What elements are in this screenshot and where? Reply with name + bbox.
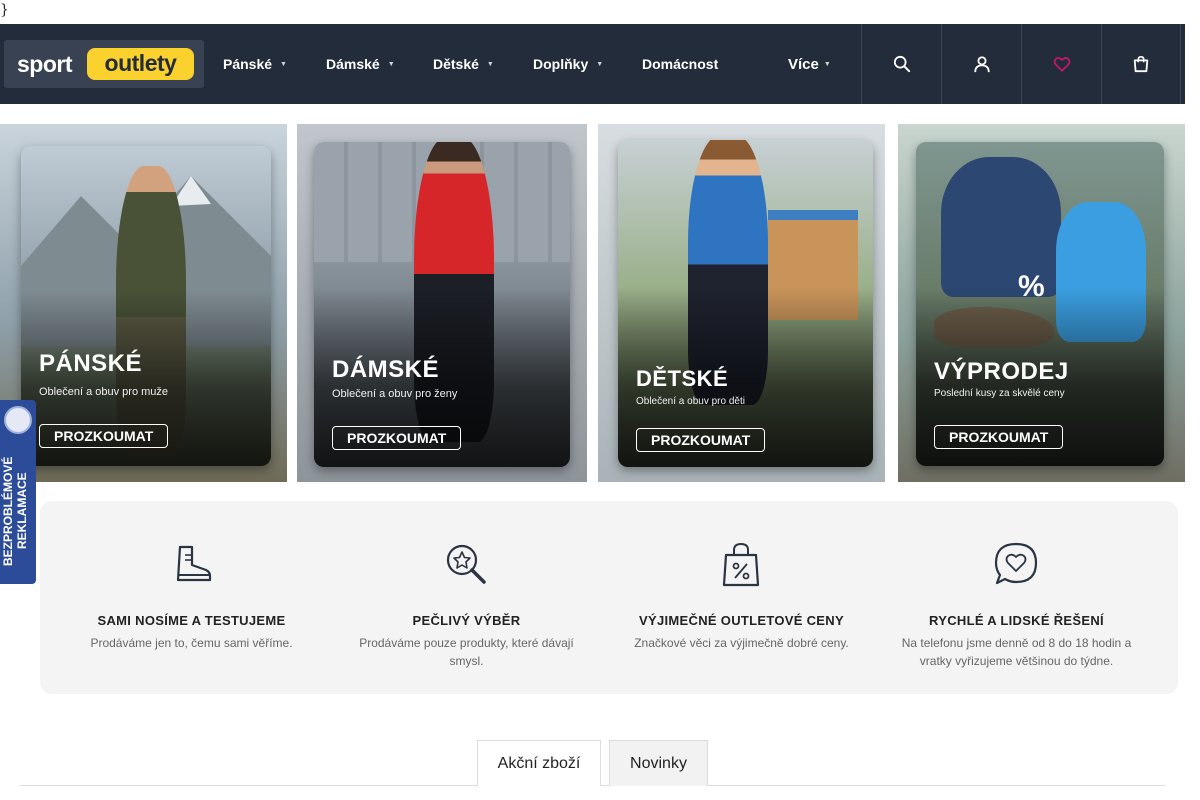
discount-bag-icon (722, 542, 760, 587)
chevron-down-icon: ▼ (823, 60, 831, 68)
nav-item-damske[interactable]: Dámské ▼ (326, 24, 395, 104)
nav-item-panske[interactable]: Pánské ▼ (223, 24, 287, 104)
feature-title: SAMI NOSÍME A TESTUJEME (97, 613, 286, 628)
banner-vyprodej[interactable]: % VÝPRODEJ Poslední kusy za skvělé ceny … (898, 124, 1185, 482)
site-header: sport outlety Pánské ▼ Dámské ▼ Dětské ▼ Do… (0, 24, 1185, 104)
banner-subtitle: Oblečení a obuv pro děti (636, 396, 745, 407)
feature-item: VÝJIMEČNÉ OUTLETOVÉ CENY Značkové věci z… (604, 501, 879, 694)
features-panel: SAMI NOSÍME A TESTUJEME Prodáváme jen to… (40, 501, 1178, 694)
banner-panske[interactable]: PÁNSKÉ Oblečení a obuv pro muže PROZKOUM… (0, 124, 287, 482)
banner-card: % VÝPRODEJ Poslední kusy za skvělé ceny … (916, 142, 1164, 466)
logo-word-sport: sport (17, 51, 73, 77)
banner-card: DÁMSKÉ Oblečení a obuv pro ženy PROZKOUM… (314, 142, 570, 467)
search-icon (893, 55, 910, 73)
feature-item: SAMI NOSÍME A TESTUJEME Prodáváme jen to… (54, 501, 329, 694)
search-button[interactable] (861, 24, 941, 104)
banner-damske[interactable]: DÁMSKÉ Oblečení a obuv pro ženy PROZKOUM… (297, 124, 587, 482)
feature-item: RYCHLÉ A LIDSKÉ ŘEŠENÍ Na telefonu jsme … (879, 501, 1154, 694)
nav-item-detske[interactable]: Dětské ▼ (433, 24, 494, 104)
feature-description: Značkové věci za výjimečně dobré ceny. (634, 636, 849, 650)
banner-title: PÁNSKÉ (39, 350, 143, 377)
user-icon (973, 56, 990, 73)
nav-label: Dětské (433, 56, 479, 72)
banner-cta-button[interactable]: PROZKOUMAT (39, 424, 169, 448)
chevron-down-icon: ▼ (387, 60, 395, 68)
nav-label: Domácnost (642, 56, 719, 72)
banner-title: DÁMSKÉ (332, 356, 440, 383)
banner-card: DĚTSKÉ Oblečení a obuv pro děti PROZKOUM… (618, 140, 873, 467)
banner-subtitle: Oblečení a obuv pro ženy (332, 388, 458, 400)
banner-cta-button[interactable]: PROZKOUMAT (636, 428, 766, 452)
feature-title: RYCHLÉ A LIDSKÉ ŘEŠENÍ (929, 613, 1104, 628)
chevron-down-icon: ▼ (596, 60, 604, 68)
nav-label: Doplňky (533, 56, 589, 72)
nav-item-vice[interactable]: Více ▼ (788, 24, 831, 104)
feature-item: PEČLIVÝ VÝBĚR Prodáváme pouze produkty, … (329, 501, 604, 694)
logo-pill: outlety (87, 48, 194, 80)
nav-item-doplnky[interactable]: Doplňky ▼ (533, 24, 603, 104)
banner-title: DĚTSKÉ (636, 366, 729, 391)
chevron-down-icon: ▼ (486, 60, 494, 68)
logo-word-outlety: outlety (104, 50, 177, 76)
heart-chat-icon (994, 542, 1038, 585)
feature-description: Prodáváme pouze produkty, které dávají s… (359, 636, 574, 668)
banner-cta-button[interactable]: PROZKOUMAT (934, 425, 1064, 449)
nav-label: Dámské (326, 56, 380, 72)
certificate-seal-icon (4, 406, 32, 434)
side-badge-text: BEZPROBLÉMOVÉ REKLAMACE (1, 456, 29, 566)
banner-card: PÁNSKÉ Oblečení a obuv pro muže PROZKOUM… (21, 146, 271, 466)
stray-brace-text: } (0, 2, 9, 18)
cart-button[interactable] (1101, 24, 1181, 104)
star-magnifier-icon (446, 544, 486, 584)
banner-subtitle: Oblečení a obuv pro muže (39, 386, 169, 398)
banner-title: VÝPRODEJ (934, 358, 1069, 385)
account-button[interactable] (941, 24, 1021, 104)
site-logo[interactable]: sport outlety (4, 40, 204, 88)
tab-novinky[interactable]: Novinky (609, 740, 708, 786)
banner-cta-button[interactable]: PROZKOUMAT (332, 426, 462, 450)
banner-detske[interactable]: DĚTSKÉ Oblečení a obuv pro děti PROZKOUM… (598, 124, 885, 482)
heart-icon (1053, 57, 1070, 72)
feature-title: PEČLIVÝ VÝBĚR (412, 613, 521, 628)
cart-icon (1133, 55, 1149, 73)
feature-description: Prodáváme jen to, čemu sami věříme. (90, 636, 293, 650)
feature-title: VÝJIMEČNÉ OUTLETOVÉ CENY (639, 613, 844, 628)
nav-label: Pánské (223, 56, 273, 72)
tab-akcni-zbozi[interactable]: Akční zboží (477, 740, 601, 786)
nav-item-domacnost[interactable]: Domácnost (642, 24, 718, 104)
chevron-down-icon: ▼ (280, 60, 287, 68)
wishlist-button[interactable] (1021, 24, 1101, 104)
boot-icon (176, 545, 212, 582)
banner-subtitle: Poslední kusy za skvělé ceny (934, 388, 1065, 399)
complaints-side-badge[interactable]: BEZPROBLÉMOVÉ REKLAMACE (0, 400, 36, 584)
feature-description: Na telefonu jsme denně od 8 do 18 hodin … (901, 636, 1132, 668)
nav-label: Více (788, 55, 819, 73)
